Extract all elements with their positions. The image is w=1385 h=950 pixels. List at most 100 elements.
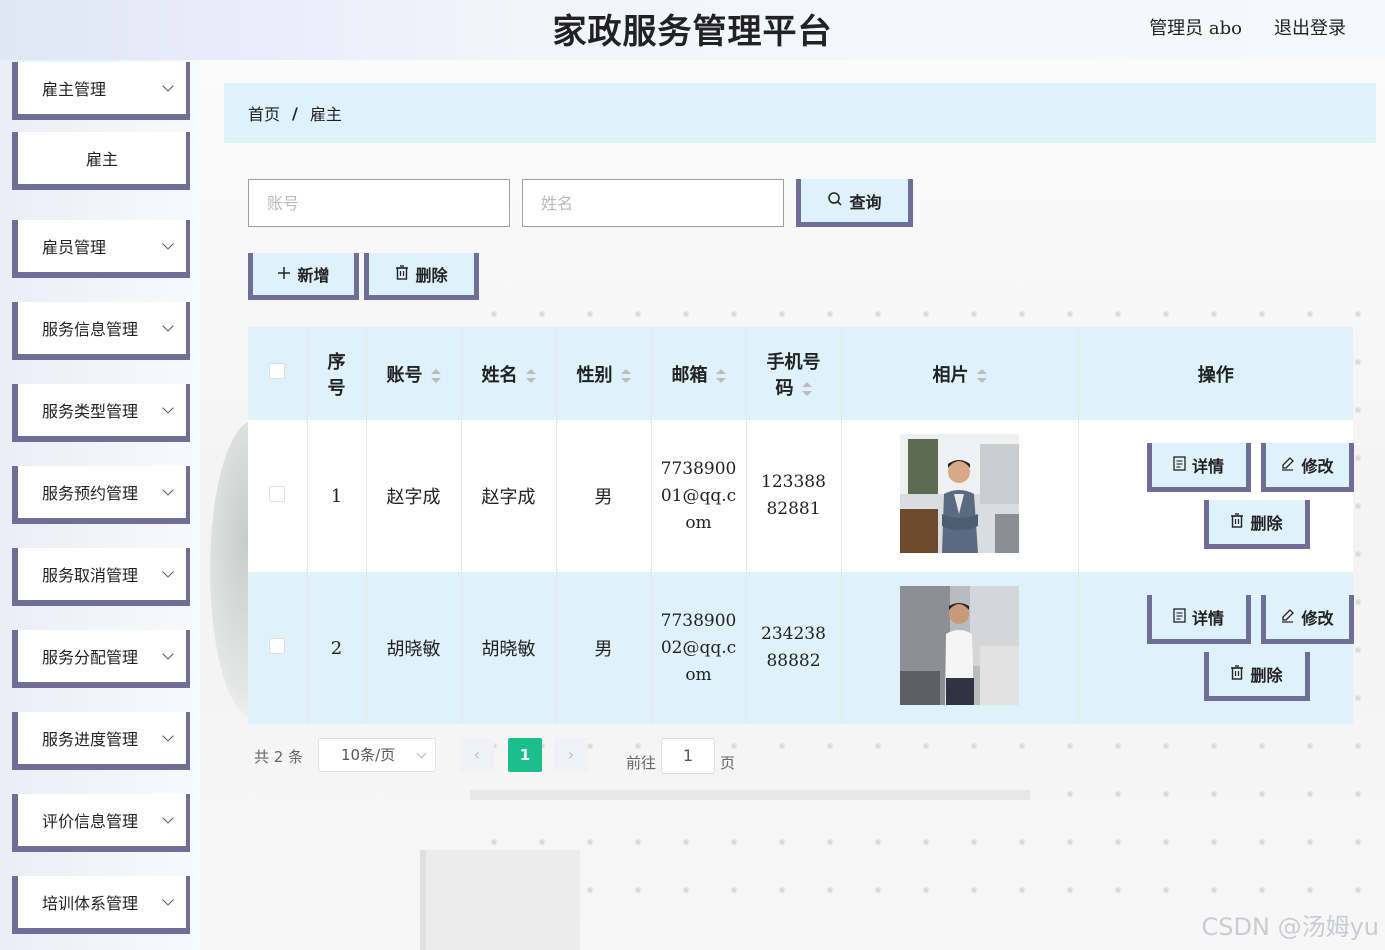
add-button-label: 新增 [297,266,330,285]
table-header-row: 序号 账号 姓名 性别 邮箱 手机号码 相片 操作 [248,327,1353,420]
add-button[interactable]: 新增 [248,253,359,300]
row-actions: 详情 修改 删除 [1079,420,1354,572]
cell-name: 赵字成 [461,420,557,572]
sort-icon[interactable] [715,368,726,383]
trash-icon [1230,512,1244,532]
cell-phone: 12338882881 [761,472,826,519]
sidebar-subitem-employer[interactable]: 雇主 [12,132,190,190]
detail-button[interactable]: 详情 [1146,595,1251,644]
breadcrumb: 首页 / 雇主 [224,83,1376,143]
batch-delete-button[interactable]: 删除 [364,253,479,300]
table-row: 1 赵字成 赵字成 男 773890001@qq.com 12338882881 [248,420,1354,572]
name-search-input[interactable] [522,179,784,227]
chevron-down-icon [162,730,174,742]
sidebar-item-employer-management[interactable]: 雇主管理 [12,62,190,120]
goto-page-input[interactable]: 1 [661,738,715,774]
next-page-button[interactable]: › [554,738,588,772]
breadcrumb-home[interactable]: 首页 [248,101,280,125]
chevron-down-icon [162,80,174,92]
cell-gender: 男 [556,572,652,724]
breadcrumb-separator: / [292,103,298,123]
account-search-input[interactable] [248,179,510,227]
sidebar-item-label: 雇主 [85,150,118,169]
goto-label: 前往 [626,754,657,772]
pagination: 共 2 条 10条/页 ‹ 1 › 前往 1 页 [248,738,848,774]
document-icon [1173,607,1186,627]
chevron-left-icon: ‹ [473,745,481,764]
header-phone[interactable]: 手机号码 [746,327,842,420]
delete-button[interactable]: 删除 [1203,500,1310,549]
header-gender[interactable]: 性别 [556,327,652,420]
select-all-cell [248,327,308,420]
header-account[interactable]: 账号 [366,327,462,420]
sidebar-item-employee-management[interactable]: 雇员管理 [12,220,190,278]
sidebar-item-service-cancel[interactable]: 服务取消管理 [12,548,190,606]
batch-delete-button-label: 删除 [415,266,448,285]
employer-table: 序号 账号 姓名 性别 邮箱 手机号码 相片 操作 1 赵字成 赵字成 男 77… [248,327,1354,724]
person-in-suit-photo[interactable] [900,434,1019,553]
cell-account: 赵字成 [366,420,462,572]
select-all-checkbox[interactable] [269,363,286,379]
watermark: CSDN @汤姆yu [1201,913,1379,941]
prev-page-button[interactable]: ‹ [460,738,494,772]
sort-icon[interactable] [801,381,812,396]
chevron-down-icon [162,484,174,496]
cell-email: 773890002@qq.com [660,610,737,685]
sidebar-item-label: 雇主管理 [42,80,107,99]
sidebar-item-service-type[interactable]: 服务类型管理 [12,384,190,442]
header-index: 序号 [307,327,367,420]
cell-gender: 男 [556,420,652,572]
chevron-down-icon [162,320,174,332]
sidebar-item-label: 服务预约管理 [42,484,139,503]
header-email[interactable]: 邮箱 [651,327,747,420]
cell-account: 胡晓敏 [366,572,462,724]
sort-icon[interactable] [976,368,987,383]
search-icon [827,191,843,211]
sidebar-item-label: 评价信息管理 [42,812,139,831]
detail-button[interactable]: 详情 [1146,443,1251,492]
top-header: 家政服务管理平台 管理员 abo 退出登录 [0,0,1385,60]
sidebar: 雇主管理 雇主 雇员管理 服务信息管理 服务类型管理 服务预约管理 服务取消管理… [0,60,200,950]
sidebar-item-service-booking[interactable]: 服务预约管理 [12,466,190,524]
sidebar-item-training[interactable]: 培训体系管理 [12,876,190,934]
chevron-down-icon [162,402,174,414]
sort-icon[interactable] [525,368,536,383]
cell-name: 胡晓敏 [461,572,557,724]
sidebar-item-label: 雇员管理 [42,238,107,257]
edit-button[interactable]: 修改 [1260,595,1354,644]
header-name[interactable]: 姓名 [461,327,557,420]
sort-icon[interactable] [620,368,631,383]
document-icon [1173,455,1186,475]
page-size-select[interactable]: 10条/页 [318,738,436,772]
logout-link[interactable]: 退出登录 [1274,14,1346,40]
header-photo[interactable]: 相片 [841,327,1079,420]
sidebar-item-service-progress[interactable]: 服务进度管理 [12,712,190,770]
sort-icon[interactable] [430,368,441,383]
page-number-current[interactable]: 1 [508,738,542,772]
sidebar-item-label: 培训体系管理 [42,894,139,913]
cell-email: 773890001@qq.com [660,458,737,533]
sidebar-item-label: 服务进度管理 [42,730,139,749]
sidebar-item-label: 服务分配管理 [42,648,139,667]
query-button[interactable]: 查询 [796,179,913,227]
chevron-down-icon [162,238,174,250]
edit-button[interactable]: 修改 [1260,443,1354,492]
person-in-white-shirt-photo[interactable] [900,586,1019,705]
delete-button[interactable]: 删除 [1203,652,1310,701]
row-checkbox[interactable] [269,485,286,502]
cell-index: 1 [307,420,367,572]
sidebar-item-service-info[interactable]: 服务信息管理 [12,302,190,360]
header-ops: 操作 [1197,364,1234,386]
sidebar-item-review-info[interactable]: 评价信息管理 [12,794,190,852]
pagination-total: 共 2 条 [254,748,304,766]
table-row: 2 胡晓敏 胡晓敏 男 773890002@qq.com 23423888882 [248,572,1354,724]
chevron-right-icon: › [567,745,575,764]
query-button-label: 查询 [849,192,882,212]
row-checkbox[interactable] [269,637,286,654]
admin-user-label: 管理员 abo [1149,18,1242,39]
sidebar-item-label: 服务取消管理 [42,566,139,585]
chevron-down-icon [162,812,174,824]
sidebar-item-service-assign[interactable]: 服务分配管理 [12,630,190,688]
trash-icon [1230,664,1244,684]
chevron-down-icon [162,566,174,578]
